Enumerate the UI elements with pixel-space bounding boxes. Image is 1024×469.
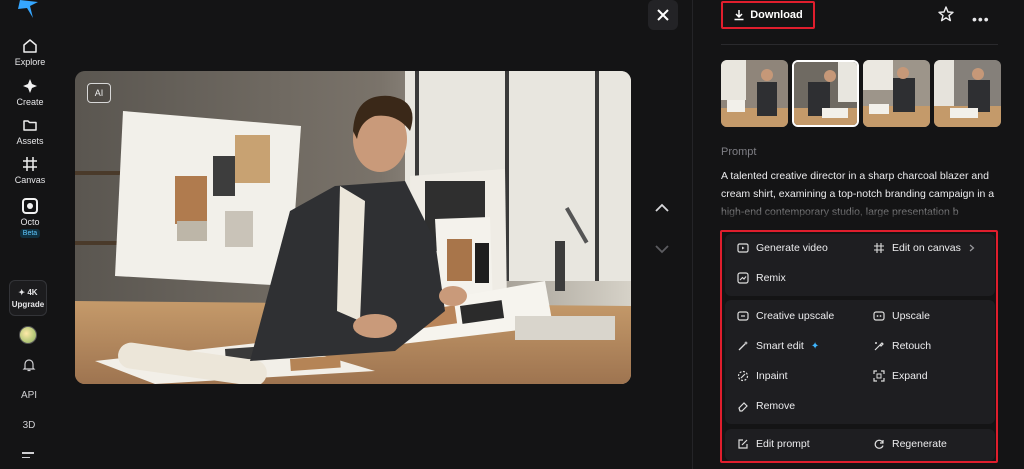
edit-prompt-label: Edit prompt <box>756 438 810 450</box>
folder-icon <box>23 120 37 131</box>
upgrade-4k-badge: ✦ 4K <box>18 288 38 297</box>
sidebar-item-assets[interactable]: Assets <box>0 117 60 146</box>
more-options-icon[interactable]: ••• <box>972 11 990 27</box>
sidebar-item-label: Canvas <box>14 175 46 185</box>
chevron-right-icon <box>969 244 975 252</box>
expand-label: Expand <box>892 370 928 382</box>
upscale-label: Upscale <box>892 310 930 322</box>
panel-separator <box>721 44 998 45</box>
upscale-icon <box>873 311 885 321</box>
creative-upscale-button[interactable]: Creative upscale <box>737 310 834 322</box>
app-logo-icon[interactable] <box>18 0 40 18</box>
regenerate-button[interactable]: Regenerate <box>873 438 947 450</box>
creative-upscale-label: Creative upscale <box>756 310 835 322</box>
sparkle-icon <box>23 79 37 93</box>
menu-icon[interactable] <box>22 452 34 461</box>
download-icon <box>734 10 744 21</box>
bell-icon[interactable] <box>22 358 36 372</box>
sidebar-item-canvas[interactable]: Canvas <box>0 156 60 185</box>
download-label: Download <box>750 9 803 21</box>
creative-upscale-icon <box>737 311 749 321</box>
left-sidebar: Explore Create Assets Canvas Octo Beta ✦… <box>0 0 60 469</box>
remove-button[interactable]: Remove <box>737 400 795 412</box>
canvas-icon <box>874 243 884 253</box>
variant-thumbnail-3[interactable] <box>863 60 930 127</box>
edit-prompt-button[interactable]: Edit prompt <box>737 438 810 450</box>
remove-label: Remove <box>756 400 796 412</box>
sidebar-item-label: Assets <box>16 136 44 146</box>
edit-on-canvas-button[interactable]: Edit on canvas <box>873 242 976 254</box>
sidebar-item-label: Create <box>16 97 44 107</box>
retouch-icon <box>874 342 884 351</box>
ai-generated-badge: AI <box>87 83 111 103</box>
smart-edit-label: Smart edit <box>756 340 804 352</box>
upscale-button[interactable]: Upscale <box>873 310 930 322</box>
main-image[interactable]: AI <box>75 71 631 384</box>
magic-wand-icon <box>738 341 748 351</box>
generate-video-label: Generate video <box>756 242 828 254</box>
api-link[interactable]: API <box>0 390 58 401</box>
edit-on-canvas-label: Edit on canvas <box>892 242 961 254</box>
download-button[interactable]: Download <box>721 1 815 29</box>
remix-label: Remix <box>756 272 786 284</box>
prompt-label: Prompt <box>721 146 757 158</box>
generate-video-button[interactable]: Generate video <box>737 242 828 254</box>
sidebar-item-label: Octo <box>20 217 40 227</box>
actions-panel: Generate video Edit on canvas Remix Crea… <box>720 230 998 463</box>
sidebar-item-create[interactable]: Create <box>0 78 60 107</box>
prompt-fade-overlay <box>721 198 998 220</box>
refresh-icon <box>874 439 884 449</box>
chevron-down-icon[interactable] <box>652 242 672 256</box>
variant-thumbnail-2[interactable] <box>792 60 859 127</box>
home-icon <box>23 39 37 53</box>
upgrade-button[interactable]: ✦ 4K Upgrade <box>9 280 47 316</box>
retouch-label: Retouch <box>892 340 932 352</box>
main-image-illustration <box>75 71 631 384</box>
panel-divider <box>692 0 693 469</box>
smart-edit-button[interactable]: Smart edit ✦ <box>737 340 819 352</box>
remix-button[interactable]: Remix <box>737 272 786 284</box>
close-button[interactable] <box>648 0 678 30</box>
remix-icon <box>737 272 749 284</box>
inpaint-label: Inpaint <box>756 370 788 382</box>
upgrade-label: Upgrade <box>11 300 45 309</box>
edit-prompt-icon <box>738 439 748 449</box>
close-icon <box>657 9 669 21</box>
inpaint-button[interactable]: Inpaint <box>737 370 788 382</box>
beta-badge: Beta <box>19 229 41 238</box>
sidebar-item-explore[interactable]: Explore <box>0 38 60 67</box>
chevron-up-icon[interactable] <box>652 201 672 215</box>
regenerate-label: Regenerate <box>892 438 947 450</box>
retouch-button[interactable]: Retouch <box>873 340 931 352</box>
expand-icon <box>873 370 885 382</box>
eraser-icon <box>738 402 748 412</box>
3d-link[interactable]: 3D <box>0 420 58 431</box>
video-icon <box>737 243 749 253</box>
actions-group-prompt: Edit prompt Regenerate <box>725 429 995 461</box>
inpaint-icon <box>737 370 749 382</box>
canvas-icon <box>23 157 37 171</box>
variant-thumbnail-1[interactable] <box>721 60 788 127</box>
sidebar-item-octo[interactable]: Octo Beta <box>0 198 60 238</box>
actions-group-video: Generate video Edit on canvas Remix <box>725 234 995 296</box>
variant-thumbnail-4[interactable] <box>934 60 1001 127</box>
avatar[interactable] <box>19 326 37 344</box>
octo-icon <box>22 198 38 214</box>
sidebar-item-label: Explore <box>14 57 46 67</box>
expand-button[interactable]: Expand <box>873 370 928 382</box>
actions-group-edit: Creative upscale Upscale Smart edit ✦ Re… <box>725 300 995 424</box>
star-icon[interactable] <box>937 5 955 23</box>
sparkle-icon: ✦ <box>810 340 820 352</box>
